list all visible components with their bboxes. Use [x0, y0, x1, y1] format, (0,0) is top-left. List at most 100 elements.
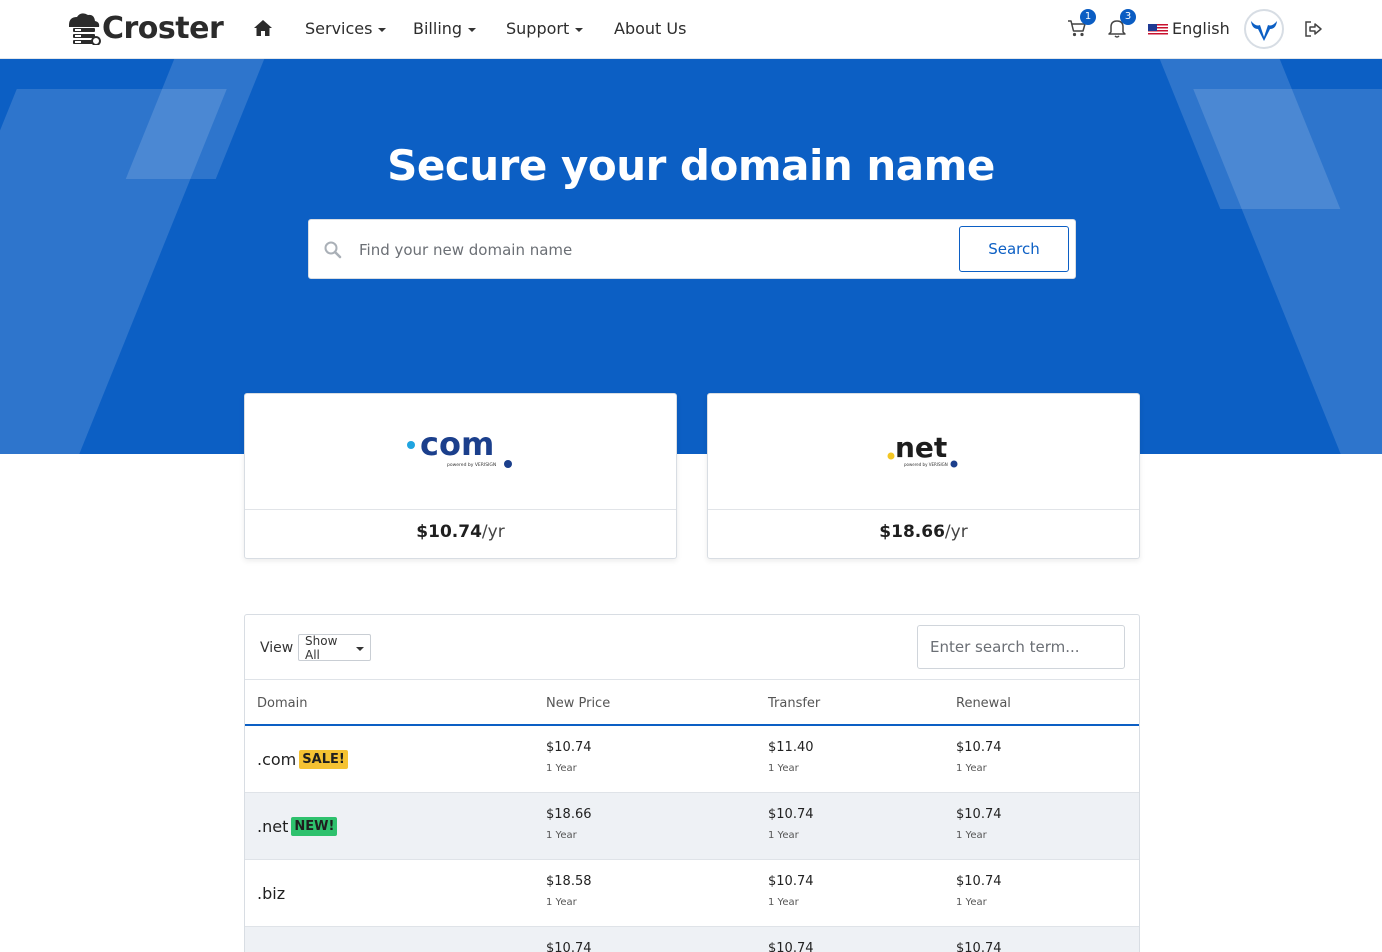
transfer-price-term: 1 Year [768, 897, 799, 908]
renewal-price: $10.74 [956, 807, 1002, 822]
domain-search-input[interactable] [359, 232, 949, 268]
renewal-price-term: 1 Year [956, 763, 987, 774]
renewal-price-cell: $10.74 [956, 941, 1002, 952]
domain-cell: .net NEW! [257, 817, 338, 836]
search-button[interactable]: Search [959, 226, 1069, 272]
transfer-price: $10.74 [768, 807, 814, 822]
tld-price-period: /yr [944, 522, 968, 542]
tld-logo-text: com [420, 425, 494, 463]
nav-support-label: Support [506, 19, 570, 38]
transfer-price-cell: $10.74 [768, 941, 814, 952]
tld-price-net: $18.66/yr [708, 522, 1139, 542]
user-avatar[interactable] [1244, 9, 1284, 49]
tld-logo-net: net powered by VERISIGN [708, 394, 1139, 510]
logout-button[interactable] [1302, 18, 1324, 40]
renewal-price-term: 1 Year [956, 897, 987, 908]
table-row[interactable]: $10.74 $10.74 $10.74 [245, 927, 1139, 952]
notifications-button[interactable]: 3 [1106, 9, 1136, 39]
chevron-down-icon [378, 27, 387, 32]
cart-button[interactable]: 1 [1066, 9, 1096, 39]
brand-logo-link[interactable]: Croster [63, 10, 224, 46]
renewal-price-cell: $10.74 1 Year [956, 874, 1002, 908]
domain-search-box: Search [308, 219, 1076, 279]
tld-price-com: $10.74/yr [245, 522, 676, 542]
table-header: Domain New Price Transfer Renewal [245, 679, 1139, 726]
new-price: $18.66 [546, 807, 592, 822]
new-price: $18.58 [546, 874, 592, 889]
domain-cell: .com SALE! [257, 750, 348, 769]
domain-pricing-table: View Show All Domain New Price Transfer … [244, 614, 1140, 952]
tld-logo-text: net [895, 431, 947, 464]
tld-price-period: /yr [481, 522, 505, 542]
domain-cell: .biz [257, 884, 285, 903]
language-label: English [1172, 19, 1230, 38]
column-header-transfer[interactable]: Transfer [768, 696, 820, 711]
table-row[interactable]: .biz $18.58 1 Year $10.74 1 Year $10.74 … [245, 860, 1139, 927]
nav-billing-label: Billing [413, 19, 463, 38]
tld-logo-powered-by: powered by VERISIGN [447, 462, 496, 468]
search-icon [324, 241, 342, 259]
tld-price-amount: $10.74 [416, 522, 482, 542]
tld-logo-com: com powered by VERISIGN [245, 394, 676, 510]
new-price-cell: $18.58 1 Year [546, 874, 592, 908]
view-filter-value: Show All [305, 633, 338, 662]
column-header-domain[interactable]: Domain [257, 696, 307, 711]
table-search-input[interactable] [917, 625, 1125, 669]
featured-tld-card-net[interactable]: net powered by VERISIGN $18.66/yr [707, 393, 1140, 559]
hero-banner: Secure your domain name Search [0, 59, 1382, 454]
nav-billing[interactable]: Billing [413, 19, 477, 38]
nav-services-label: Services [305, 19, 373, 38]
view-label: View [260, 640, 294, 656]
brand-name: Croster [102, 10, 224, 46]
new-price: $10.74 [546, 740, 592, 755]
view-filter-select[interactable]: Show All [298, 633, 371, 662]
transfer-price-term: 1 Year [768, 830, 799, 841]
hero-title: Secure your domain name [387, 141, 995, 190]
new-price-term: 1 Year [546, 763, 577, 774]
tld-logo-powered-by: powered by VERISIGN [904, 462, 948, 467]
transfer-price: $11.40 [768, 740, 814, 755]
chevron-down-icon [356, 646, 364, 651]
transfer-price: $10.74 [768, 941, 814, 952]
us-flag-icon [1148, 22, 1168, 35]
renewal-price-term: 1 Year [956, 830, 987, 841]
server-cloud-logo-icon [63, 11, 101, 46]
table-row[interactable]: .net NEW! $18.66 1 Year $10.74 1 Year $1… [245, 793, 1139, 860]
tld-name: .net [257, 817, 289, 836]
transfer-price: $10.74 [768, 874, 814, 889]
new-badge: NEW! [291, 817, 338, 836]
new-price-term: 1 Year [546, 830, 577, 841]
transfer-price-term: 1 Year [768, 763, 799, 774]
table-row[interactable]: .com SALE! $10.74 1 Year $11.40 1 Year $… [245, 726, 1139, 793]
featured-tld-card-com[interactable]: com powered by VERISIGN $10.74/yr [244, 393, 677, 559]
home-icon[interactable] [253, 18, 273, 38]
logout-icon [1305, 21, 1322, 37]
cart-count-badge: 1 [1080, 9, 1096, 25]
renewal-price-cell: $10.74 1 Year [956, 807, 1002, 841]
transfer-price-cell: $10.74 1 Year [768, 807, 814, 841]
tld-name: .com [257, 750, 297, 769]
renewal-price-cell: $10.74 1 Year [956, 740, 1002, 774]
tld-price-amount: $18.66 [879, 522, 945, 542]
bull-avatar-icon [1251, 21, 1277, 41]
renewal-price: $10.74 [956, 874, 1002, 889]
transfer-price-cell: $11.40 1 Year [768, 740, 814, 774]
chevron-down-icon [468, 27, 477, 32]
sale-badge: SALE! [299, 750, 348, 769]
new-price-cell: $10.74 [546, 941, 592, 952]
nav-about-us[interactable]: About Us [614, 19, 686, 38]
renewal-price: $10.74 [956, 941, 1002, 952]
language-selector[interactable]: English [1148, 19, 1230, 38]
new-price-cell: $10.74 1 Year [546, 740, 592, 774]
nav-support[interactable]: Support [506, 19, 584, 38]
top-navbar: Croster Services Billing Support About U… [0, 0, 1382, 59]
nav-about-us-label: About Us [614, 19, 687, 38]
nav-services[interactable]: Services [305, 19, 387, 38]
tld-name: .biz [257, 884, 286, 903]
chevron-down-icon [575, 27, 584, 32]
new-price-cell: $18.66 1 Year [546, 807, 592, 841]
renewal-price: $10.74 [956, 740, 1002, 755]
transfer-price-cell: $10.74 1 Year [768, 874, 814, 908]
column-header-new-price[interactable]: New Price [546, 696, 610, 711]
column-header-renewal[interactable]: Renewal [956, 696, 1011, 711]
